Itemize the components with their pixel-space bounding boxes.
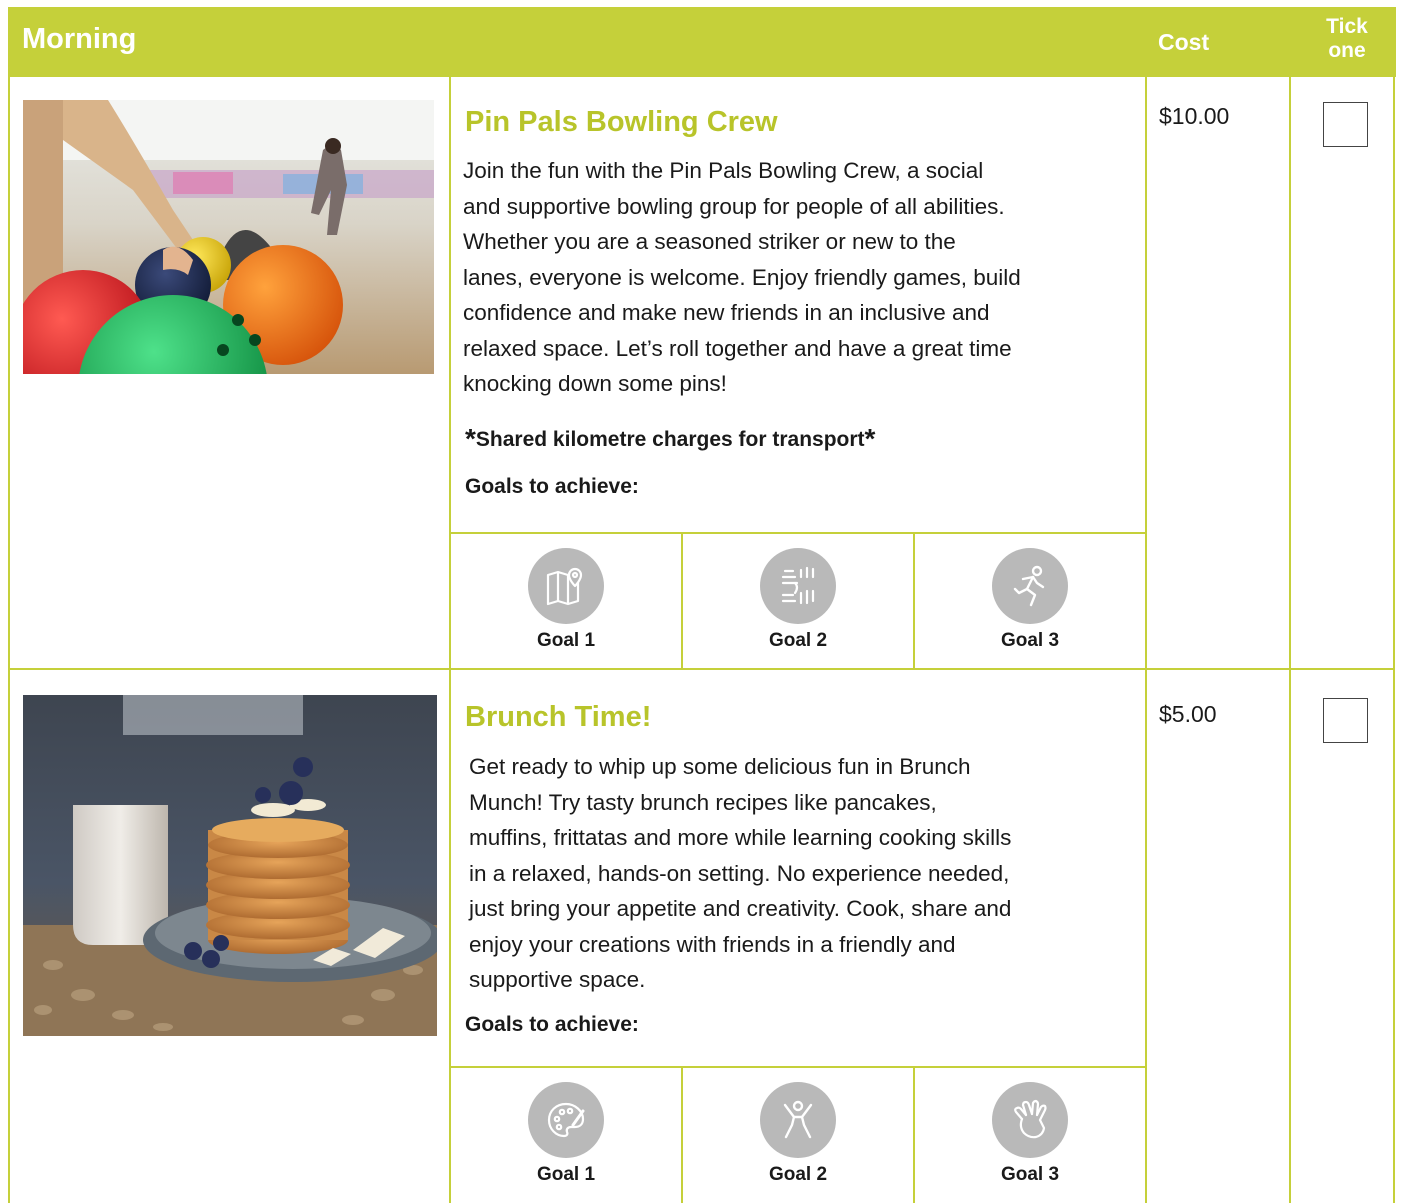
tick-header-line2: one	[1328, 39, 1366, 62]
description-line: in a relaxed, hands-on setting. No exper…	[469, 860, 1010, 886]
map-pin-icon	[528, 548, 604, 624]
transport-note: *Shared kilometre charges for transport*	[465, 421, 876, 454]
goal-label: Goal 2	[768, 630, 828, 651]
goal-label: Goal 1	[536, 1164, 596, 1185]
goals-divider-2	[449, 1066, 1146, 1068]
description-line: supportive space.	[469, 967, 646, 992]
goal-label: Goal 2	[768, 1164, 828, 1185]
description-line: muffins, frittatas and more while learni…	[469, 825, 1012, 850]
description-line: relaxed space. Let’s roll together and h…	[463, 335, 1012, 361]
table-divider-cost	[1145, 77, 1147, 1203]
bowling-photo	[23, 100, 434, 374]
description-line: Munch! Try tasty brunch recipes like pan…	[469, 789, 937, 815]
goal-item: Goal 3	[915, 548, 1145, 652]
goal-item: Goal 2	[683, 1082, 913, 1186]
goals-label: Goals to achieve:	[465, 1013, 639, 1036]
pancakes-photo	[23, 695, 437, 1036]
goal-item: Goal 1	[451, 1082, 681, 1186]
stretching-person-icon	[760, 1082, 836, 1158]
row-divider	[8, 668, 1395, 670]
goal-item: Goal 2	[683, 548, 913, 652]
description-line: Whether you are a seasoned striker or ne…	[463, 229, 956, 254]
goal-label: Goal 3	[1000, 1164, 1060, 1185]
description-line: Get ready to whip up some delicious fun …	[469, 754, 971, 779]
tick-checkbox[interactable]	[1323, 102, 1368, 147]
hands-together-icon	[760, 548, 836, 624]
paint-palette-icon	[528, 1082, 604, 1158]
activity-cost: $10.00	[1159, 103, 1230, 129]
description-line: lanes, everyone is welcome. Enjoy friend…	[463, 264, 1021, 290]
goal-item: Goal 3	[915, 1082, 1145, 1186]
running-person-icon	[992, 548, 1068, 624]
description-line: Join the fun with the Pin Pals Bowling C…	[463, 158, 984, 183]
goals-label: Goals to achieve:	[465, 475, 639, 498]
description-line: knocking down some pins!	[463, 371, 727, 396]
table-border-right	[1393, 77, 1395, 1203]
activity-description: Get ready to whip up some delicious fun …	[469, 749, 1139, 998]
description-line: and supportive bowling group for people …	[463, 193, 1005, 219]
activity-title: Pin Pals Bowling Crew	[465, 106, 778, 138]
cost-column-header: Cost	[1158, 29, 1210, 55]
tick-checkbox[interactable]	[1323, 698, 1368, 743]
tick-header-line1: Tick	[1326, 15, 1368, 38]
goals-divider-1	[449, 532, 1146, 534]
activity-description: Join the fun with the Pin Pals Bowling C…	[463, 153, 1143, 402]
note-text: Shared kilometre charges for transport	[475, 428, 865, 451]
goal-item: Goal 1	[451, 548, 681, 652]
section-header: Morning Cost Tick one	[8, 7, 1396, 77]
goal-label: Goal 3	[1000, 630, 1060, 651]
description-line: enjoy your creations with friends in a f…	[469, 931, 956, 957]
activity-sheet: Morning Cost Tick one Pin Pals Bowling C…	[8, 7, 1396, 1203]
activity-cost: $5.00	[1159, 701, 1217, 727]
tick-column-header: Tick one	[1298, 15, 1396, 63]
description-line: just bring your appetite and creativity.…	[469, 896, 1012, 921]
note-star: *	[864, 423, 876, 454]
description-line: confidence and make new friends in an in…	[463, 300, 990, 325]
section-title: Morning	[22, 23, 137, 55]
table-divider-tick	[1289, 77, 1291, 1203]
activity-title: Brunch Time!	[465, 701, 652, 733]
goal-label: Goal 1	[536, 630, 596, 651]
table-border-left	[8, 77, 10, 1203]
hand-gesture-icon	[992, 1082, 1068, 1158]
note-star: *	[465, 423, 476, 454]
